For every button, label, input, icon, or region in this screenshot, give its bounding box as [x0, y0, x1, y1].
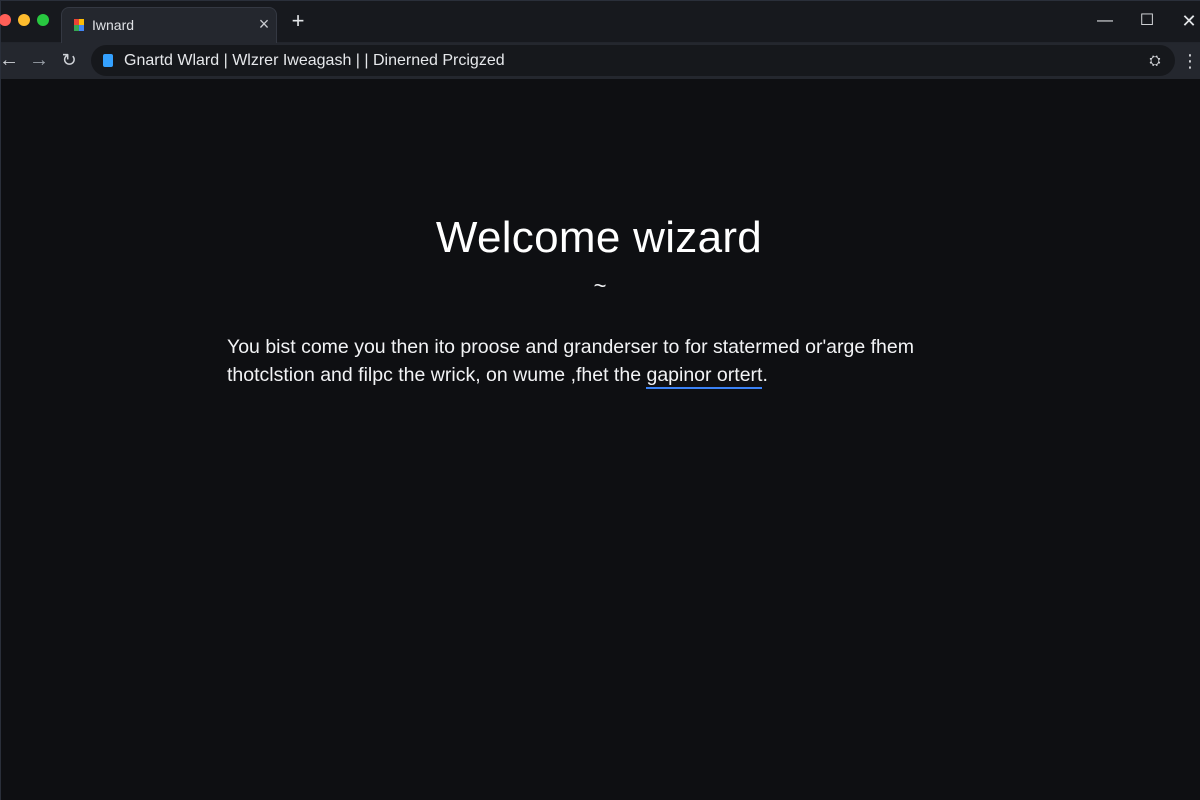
back-icon[interactable]: ←: [0, 48, 21, 72]
zoom-window-dot[interactable]: [37, 14, 49, 26]
page-content: Welcome wizard ~ You bist come you then …: [1, 79, 1200, 800]
minimize-icon[interactable]: —: [1093, 9, 1117, 33]
browser-menu-icon[interactable]: ⋮: [1181, 49, 1199, 73]
paragraph-line-2-text: thotclstion and filpc the wrick, on wume…: [227, 364, 647, 386]
page-info-icon[interactable]: [103, 54, 113, 67]
forward-icon[interactable]: →: [27, 48, 51, 72]
browser-window: Iwnard × + — ☐ ✕ ← → ↻ Gnartd Wlard | Wl…: [0, 0, 1200, 800]
paragraph-line-1: You bist come you then ito proose and gr…: [227, 336, 914, 358]
tab-wizard[interactable]: Iwnard ×: [61, 7, 277, 43]
close-window-icon[interactable]: ✕: [1177, 9, 1200, 33]
maximize-icon[interactable]: ☐: [1135, 9, 1159, 33]
tab-strip: Iwnard × + — ☐ ✕: [0, 1, 1200, 43]
new-tab-button[interactable]: +: [287, 9, 309, 33]
paragraph-end-punctuation: .: [762, 364, 768, 386]
tilde-divider: ~: [593, 273, 607, 298]
address-text[interactable]: Gnartd Wlard | Wlzrer Iweagash | | Diner…: [124, 52, 505, 70]
browser-toolbar: ← → ↻ Gnartd Wlard | Wlzrer Iweagash | |…: [0, 43, 1200, 79]
address-bar[interactable]: Gnartd Wlard | Wlzrer Iweagash | | Diner…: [91, 45, 1175, 76]
page-title: Welcome wizard: [435, 213, 763, 262]
tab-title: Iwnard: [92, 17, 135, 33]
extension-icon[interactable]: ⛭: [1145, 50, 1165, 70]
paragraph-line-2: thotclstion and filpc the wrick, on wume…: [227, 361, 987, 389]
intro-paragraph: You bist come you then ito proose and gr…: [227, 333, 987, 389]
close-tab-icon[interactable]: ×: [254, 14, 274, 34]
favicon-icon: [74, 19, 84, 31]
minimize-window-dot[interactable]: [18, 14, 30, 26]
close-window-dot[interactable]: [0, 14, 11, 26]
inline-link[interactable]: gapinor ortert: [646, 364, 763, 389]
reload-icon[interactable]: ↻: [57, 48, 81, 72]
